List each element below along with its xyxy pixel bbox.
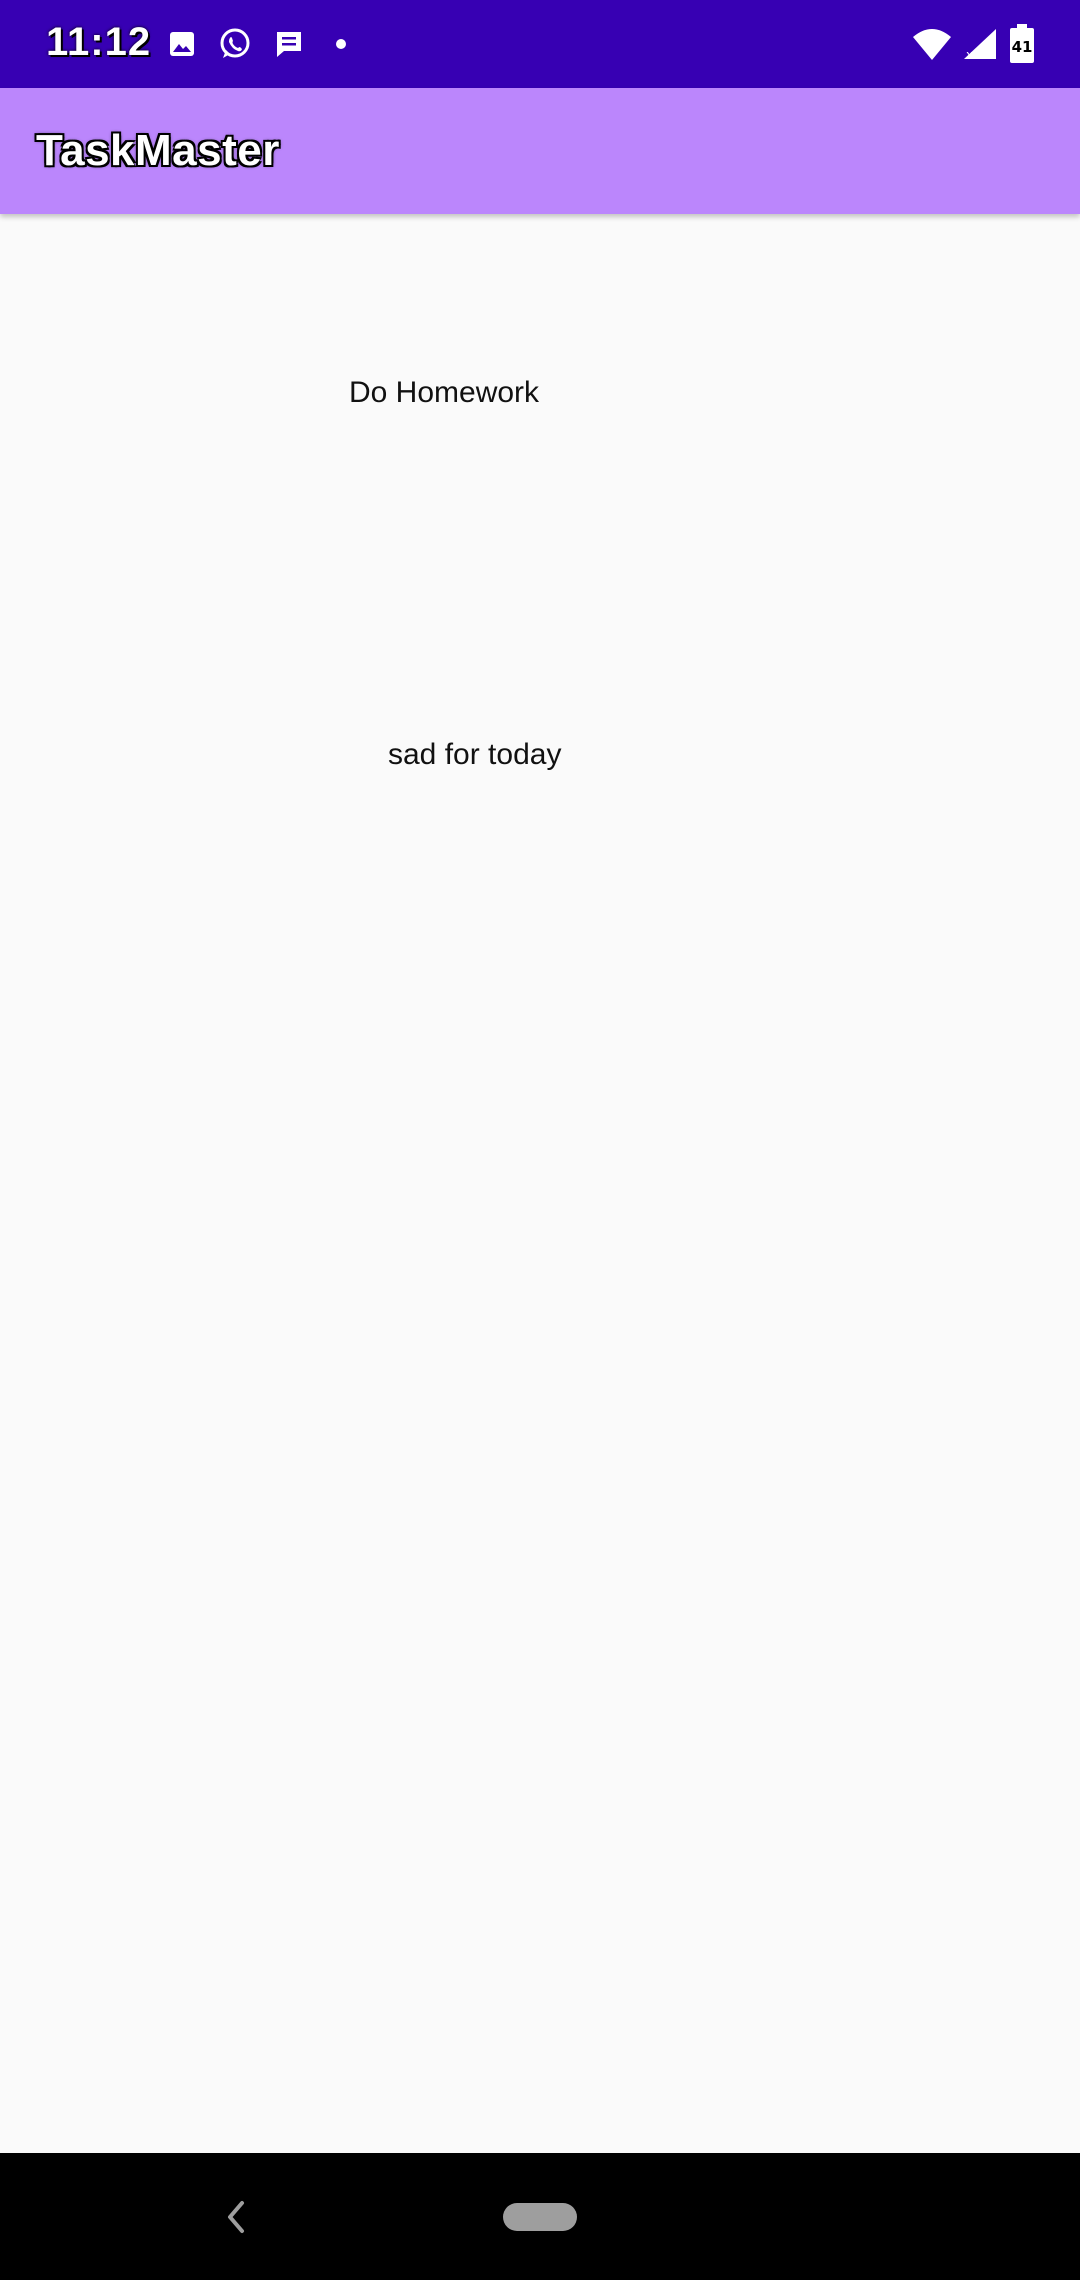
app-title: TaskMaster	[36, 126, 280, 175]
notification-icons	[168, 24, 356, 64]
system-icons: x 41	[912, 22, 1036, 66]
battery-level: 41	[1012, 38, 1033, 56]
image-icon	[168, 30, 196, 58]
navigation-bar	[0, 2153, 1080, 2280]
app-bar: TaskMaster	[0, 88, 1080, 214]
signal-icon: x	[962, 27, 998, 62]
wifi-icon	[912, 27, 952, 61]
status-time: 11:12	[46, 20, 152, 64]
notification-dot-icon	[326, 29, 356, 59]
whatsapp-icon	[218, 27, 252, 61]
message-icon	[274, 29, 304, 59]
home-pill-icon[interactable]	[503, 2203, 577, 2231]
task-item[interactable]: sad for today	[388, 738, 561, 772]
battery-icon: 41	[1008, 24, 1036, 64]
status-bar: 11:12 x 41	[0, 0, 1080, 88]
back-icon[interactable]	[222, 2197, 248, 2237]
task-item[interactable]: Do Homework	[349, 376, 539, 410]
